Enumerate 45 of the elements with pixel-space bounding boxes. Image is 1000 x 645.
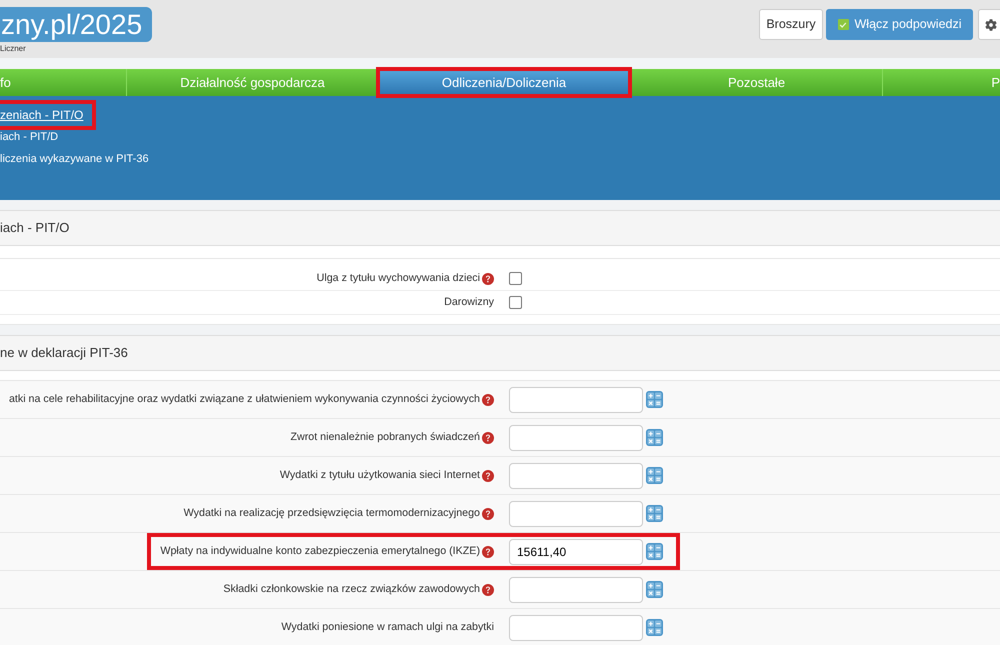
checkbox[interactable] (509, 272, 522, 285)
calculator-icon[interactable] (646, 429, 663, 446)
subnav-link[interactable]: zeniach - PIT/O (0, 106, 84, 124)
section-header: ne w deklaracji PIT-36 (0, 335, 1000, 371)
help-icon[interactable] (482, 394, 494, 406)
calculator-icon[interactable] (646, 543, 663, 560)
help-icon[interactable] (482, 272, 494, 284)
help-icon[interactable] (482, 584, 494, 596)
calculator-icon[interactable] (646, 391, 663, 408)
field-label: Wydatki na realizację przedsięwzięcia termomodernizacyjnego (184, 506, 480, 522)
field-label: Wydatki z tytułu użytkowania sieci Internet (280, 468, 480, 484)
amount-field[interactable] (509, 576, 643, 602)
checkbox[interactable] (509, 296, 522, 309)
amount-field[interactable] (509, 462, 643, 488)
field-label: Darowizny (444, 295, 494, 310)
amount-field[interactable] (509, 500, 643, 526)
settings-button[interactable] (978, 9, 1000, 40)
nav-tab[interactable]: fo (0, 69, 126, 96)
brochures-button[interactable]: Broszury (759, 9, 823, 40)
settings-icon (985, 18, 997, 30)
nav-tab[interactable]: Odliczenia/Doliczenia (380, 71, 628, 94)
section-header: iach - PIT/O (0, 210, 1000, 246)
field-label: Wpłaty na indywidualne konto zabezpieczenia emerytalnego (IKZE) (160, 544, 480, 560)
help-icon[interactable] (482, 546, 494, 558)
subnav-link[interactable]: iach - PIT/D (0, 128, 58, 146)
hints-toggle-button[interactable]: Włącz podpowiedzi (826, 9, 973, 40)
amount-field[interactable] (509, 614, 643, 640)
calculator-icon[interactable] (646, 505, 663, 522)
field-label: Zwrot nienależnie pobranych świadczeń (290, 430, 480, 446)
field-label: Ulga z tytułu wychowywania dzieci (316, 271, 480, 286)
amount-field[interactable]: 15611,40 (509, 538, 643, 564)
field-label: atki na cele rehabilitacyjne oraz wydatki związane z ułatwieniem wykonywania czynności życiowych (8, 392, 480, 408)
help-icon[interactable] (482, 432, 494, 444)
field-label: Wydatki poniesione w ramach ulgi na zabytki (281, 620, 494, 636)
calculator-icon[interactable] (646, 467, 663, 484)
help-icon[interactable] (482, 470, 494, 482)
subnav-link[interactable]: liczenia wykazywane w PIT-36 (0, 150, 149, 168)
field-label: Składki członkowskie na rzecz związków zawodowych (223, 582, 480, 598)
amount-field[interactable] (509, 424, 643, 450)
logo[interactable]: zny.pl/2025 (0, 7, 152, 42)
calculator-icon[interactable] (646, 619, 663, 636)
help-icon[interactable] (482, 508, 494, 520)
amount-field[interactable] (509, 386, 643, 412)
calculator-icon[interactable] (646, 581, 663, 598)
logo-tagline: Liczner (0, 45, 27, 53)
